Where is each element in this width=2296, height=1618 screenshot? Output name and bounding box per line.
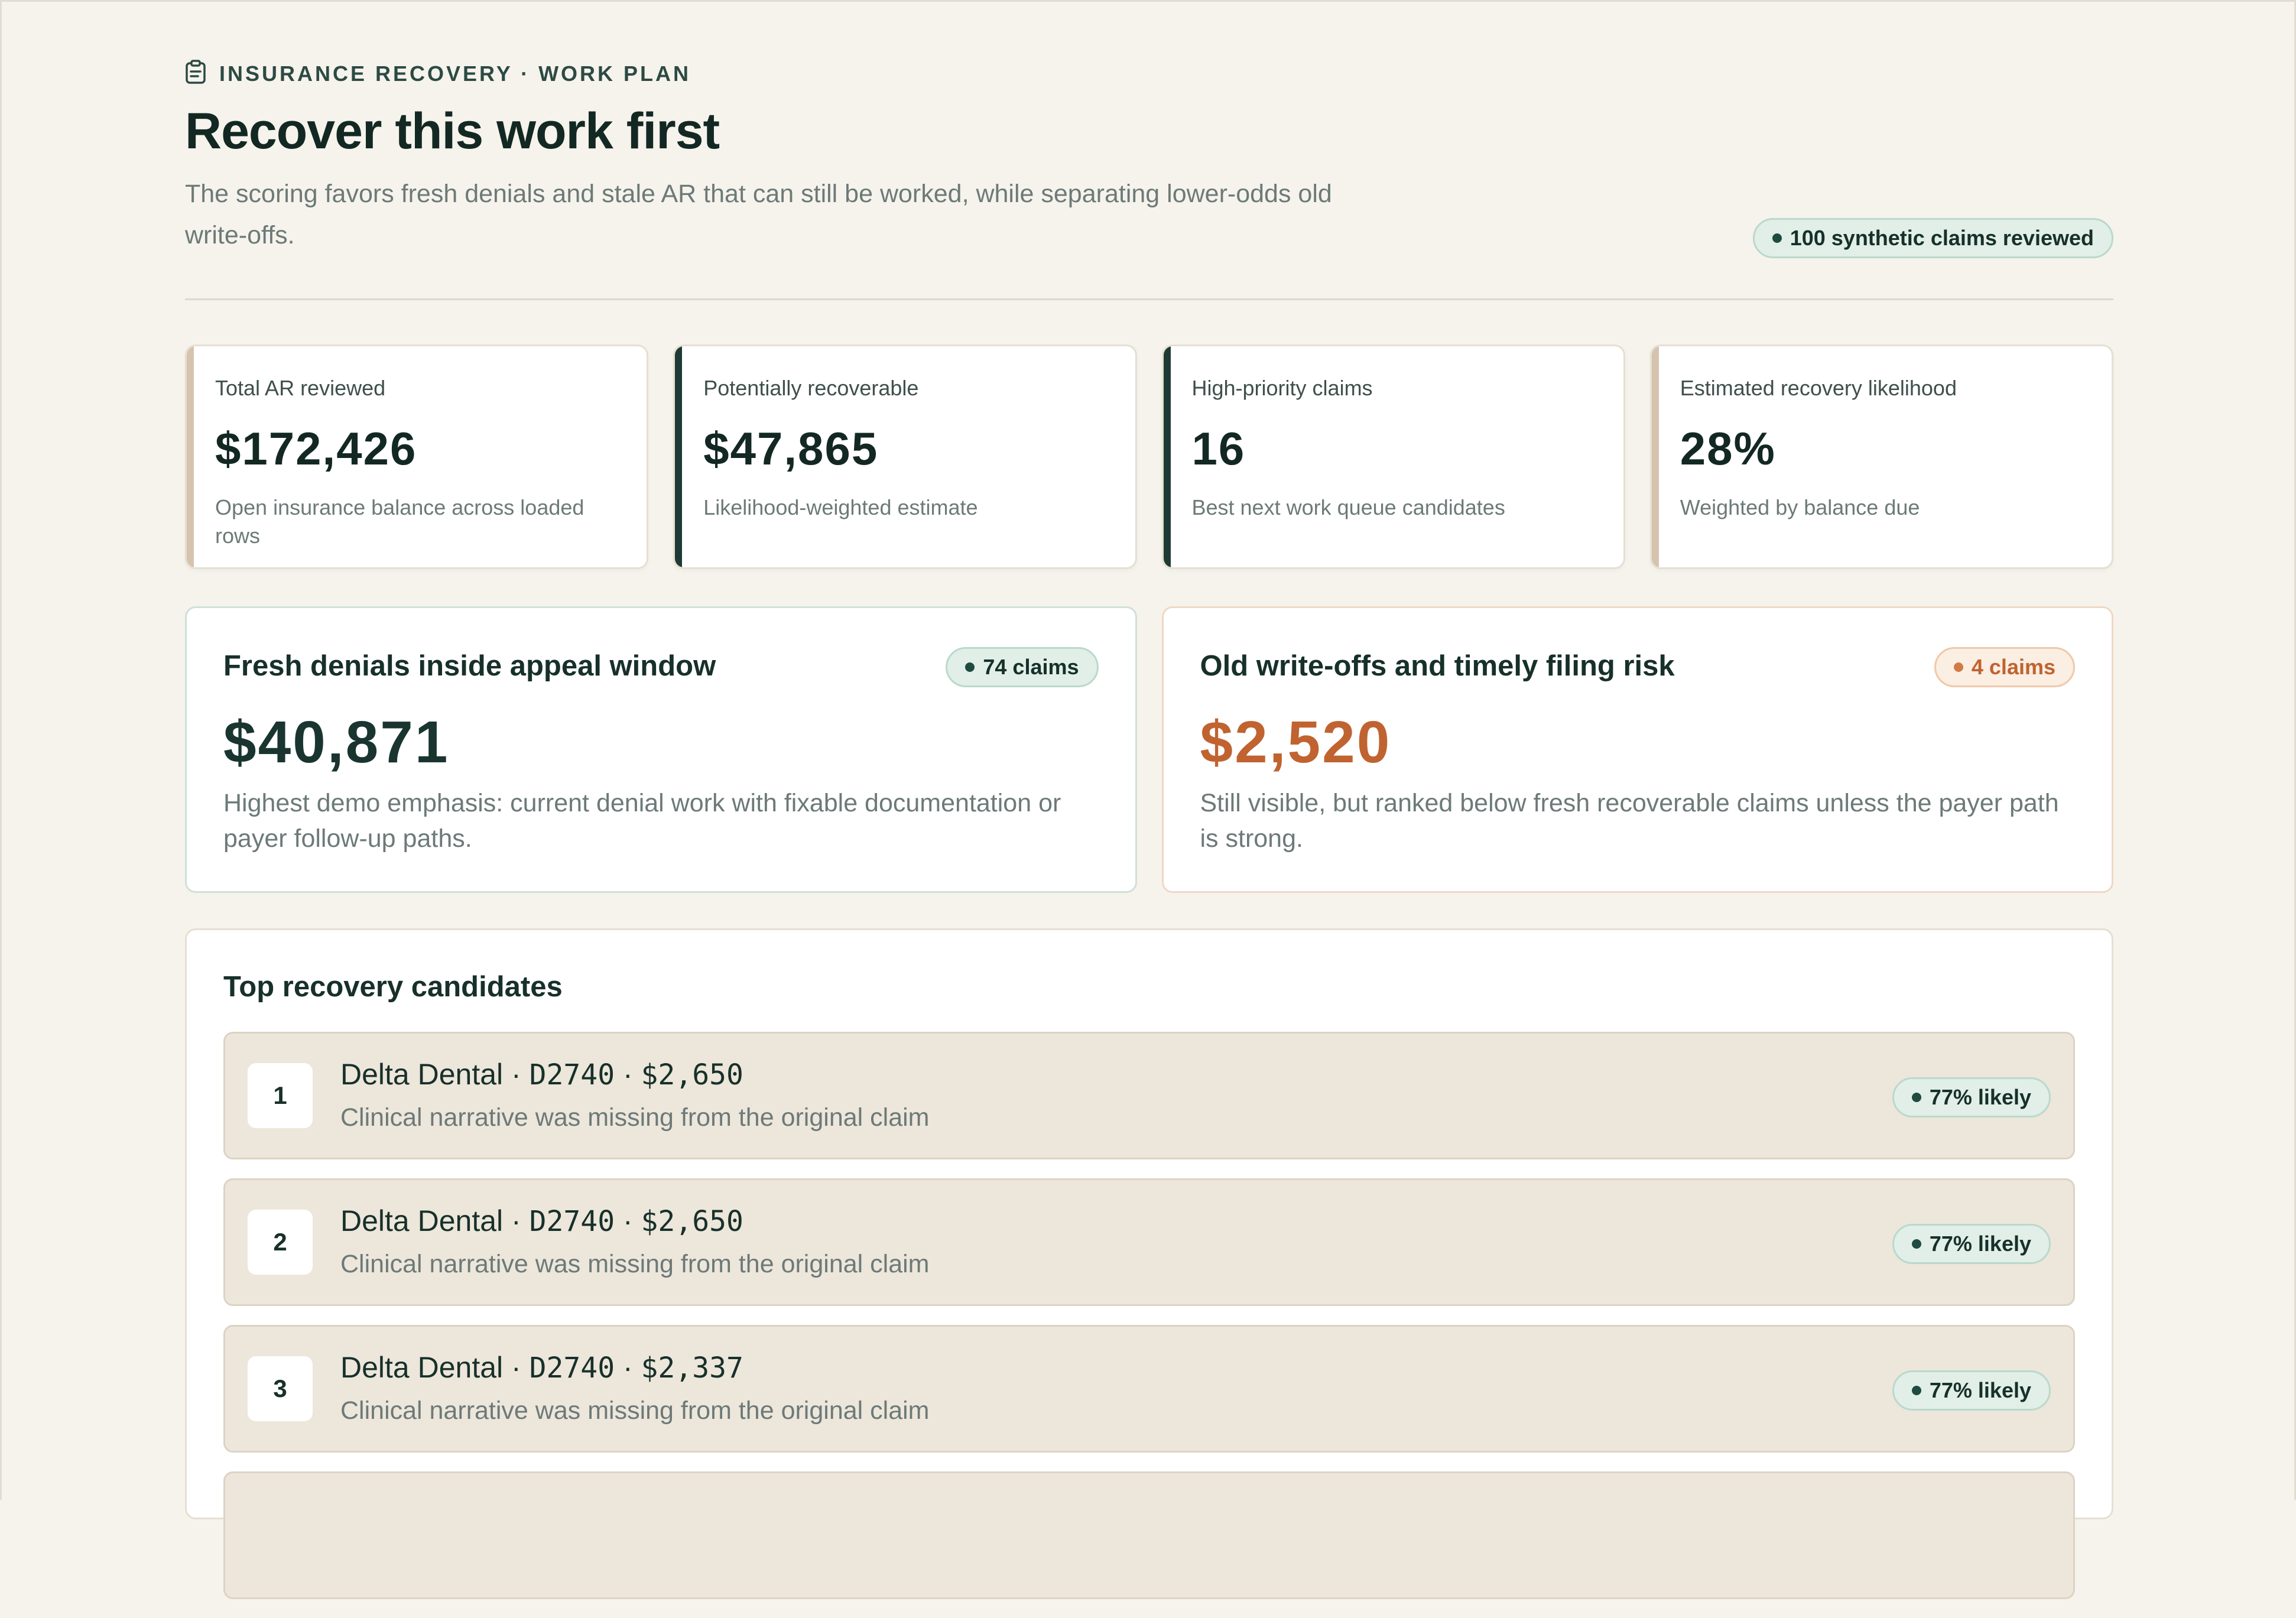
likelihood-badge: 77% likely — [1892, 1224, 2051, 1264]
kpi-cards: Total AR reviewed $172,426 Open insurance … — [185, 345, 2113, 569]
likelihood-label: 77% likely — [1929, 1378, 2031, 1402]
top-candidates-panel: Top recovery candidates 1 Delta Dental · … — [185, 928, 2113, 1599]
kpi-label: Total AR reviewed — [215, 376, 386, 400]
kpi-note: Likelihood-weighted estimate — [703, 495, 978, 519]
likelihood-label: 77% likely — [1929, 1232, 2031, 1256]
old-writeoffs-value: $2,520 — [1200, 709, 1392, 775]
page-subtitle: The scoring favors fresh denials and sta… — [185, 180, 1332, 249]
separator: · — [615, 1204, 641, 1237]
candidate-reason: Clinical narrative was missing from the … — [340, 1103, 930, 1132]
status-dot-icon — [1911, 1093, 1921, 1102]
candidate-rank: 3 — [248, 1356, 313, 1421]
status-dot-icon — [1953, 662, 1963, 672]
candidate-row[interactable]: 1 Delta Dental · D2740 · $2,650 Clinical n… — [223, 1032, 2075, 1159]
fresh-denials-card[interactable]: Fresh denials inside appeal window 74 cl… — [185, 606, 1137, 893]
candidate-reason: Clinical narrative was missing from the … — [340, 1396, 930, 1425]
claims-reviewed-label: 100 synthetic claims reviewed — [1790, 226, 2094, 250]
candidate-rank: 1 — [248, 1063, 313, 1128]
kpi-label: Potentially recoverable — [703, 376, 919, 400]
fresh-denials-badge: 74 claims — [946, 647, 1099, 687]
kpi-value: $172,426 — [215, 423, 417, 475]
old-writeoffs-description: Still visible, but ranked below fresh re… — [1200, 789, 2059, 853]
likelihood-badge: 77% likely — [1892, 1077, 2051, 1117]
candidate-heading: Delta Dental · D2740 · $2,650 — [340, 1057, 743, 1091]
candidate-procedure-code: D2740 — [529, 1351, 615, 1385]
clipboard-icon — [185, 60, 206, 87]
separator: · — [503, 1058, 530, 1091]
kpi-card: Total AR reviewed $172,426 Open insurance … — [185, 345, 649, 569]
likelihood-label: 77% likely — [1929, 1085, 2031, 1109]
kpi-note: Weighted by balance due — [1680, 495, 1920, 519]
candidate-procedure-code: D2740 — [529, 1058, 615, 1091]
eyebrow: INSURANCE RECOVERY · WORK PLAN — [185, 60, 691, 87]
candidate-list: 1 Delta Dental · D2740 · $2,650 Clinical n… — [223, 1032, 2075, 1618]
kpi-accent-bar — [187, 346, 194, 567]
old-writeoffs-card[interactable]: Old write-offs and timely filing risk 4 … — [1161, 606, 2113, 893]
kpi-value: 28% — [1680, 423, 1776, 475]
kpi-value: 16 — [1191, 423, 1246, 475]
candidate-reason: Clinical narrative was missing from the … — [340, 1250, 930, 1278]
page-title: Recover this work first — [185, 103, 720, 160]
likelihood-badge: 77% likely — [1892, 1370, 2051, 1411]
kpi-note: Open insurance balance across loaded row… — [215, 495, 584, 548]
candidate-procedure-code: D2740 — [529, 1205, 615, 1238]
separator: · — [503, 1204, 530, 1237]
kpi-value: $47,865 — [703, 423, 879, 475]
header-divider — [185, 298, 2113, 300]
page: INSURANCE RECOVERY · WORK PLAN Recover t… — [0, 0, 2296, 1599]
old-writeoffs-title: Old write-offs and timely filing risk — [1200, 650, 1675, 682]
candidate-amount: $2,650 — [641, 1205, 743, 1238]
eyebrow-label: INSURANCE RECOVERY · WORK PLAN — [219, 61, 691, 86]
kpi-label: High-priority claims — [1191, 376, 1373, 400]
candidate-row[interactable]: 3 Delta Dental · D2740 · $2,337 Clinical n… — [223, 1325, 2075, 1453]
old-writeoffs-badge: 4 claims — [1934, 647, 2075, 687]
status-dot-icon — [1911, 1386, 1921, 1395]
candidate-amount: $2,337 — [641, 1351, 743, 1385]
candidate-row[interactable] — [223, 1471, 2075, 1599]
claims-reviewed-badge: 100 synthetic claims reviewed — [1752, 218, 2113, 258]
kpi-accent-bar — [1651, 346, 1659, 567]
fresh-denials-count: 74 claims — [983, 655, 1079, 679]
kpi-card: Potentially recoverable $47,865 Likelihood… — [673, 345, 1137, 569]
kpi-label: Estimated recovery likelihood — [1680, 376, 1957, 400]
candidate-payer: Delta Dental — [340, 1058, 504, 1091]
status-dot-icon — [1911, 1239, 1921, 1249]
kpi-accent-bar — [675, 346, 683, 567]
kpi-accent-bar — [1163, 346, 1171, 567]
kpi-card: Estimated recovery likelihood 28% Weighted… — [1649, 345, 2113, 569]
status-dot-icon — [1772, 233, 1782, 243]
candidate-heading: Delta Dental · D2740 · $2,337 — [340, 1350, 743, 1385]
segment-cards: Fresh denials inside appeal window 74 cl… — [185, 606, 2113, 893]
candidate-payer: Delta Dental — [340, 1204, 504, 1237]
candidate-rank: 2 — [248, 1210, 313, 1275]
top-candidates-title: Top recovery candidates — [223, 971, 563, 1003]
separator: · — [615, 1351, 641, 1384]
candidate-heading: Delta Dental · D2740 · $2,650 — [340, 1204, 743, 1238]
candidate-payer: Delta Dental — [340, 1351, 504, 1384]
kpi-card: High-priority claims 16 Best next work que… — [1161, 345, 1625, 569]
fresh-denials-value: $40,871 — [223, 709, 450, 775]
candidate-amount: $2,650 — [641, 1058, 743, 1091]
fresh-denials-description: Highest demo emphasis: current denial wo… — [223, 789, 1061, 853]
candidate-row[interactable]: 2 Delta Dental · D2740 · $2,650 Clinical n… — [223, 1178, 2075, 1306]
kpi-note: Best next work queue candidates — [1191, 495, 1505, 519]
status-dot-icon — [965, 662, 975, 672]
separator: · — [503, 1351, 530, 1384]
fresh-denials-title: Fresh denials inside appeal window — [223, 650, 716, 682]
separator: · — [615, 1058, 641, 1091]
old-writeoffs-count: 4 claims — [1971, 655, 2055, 679]
